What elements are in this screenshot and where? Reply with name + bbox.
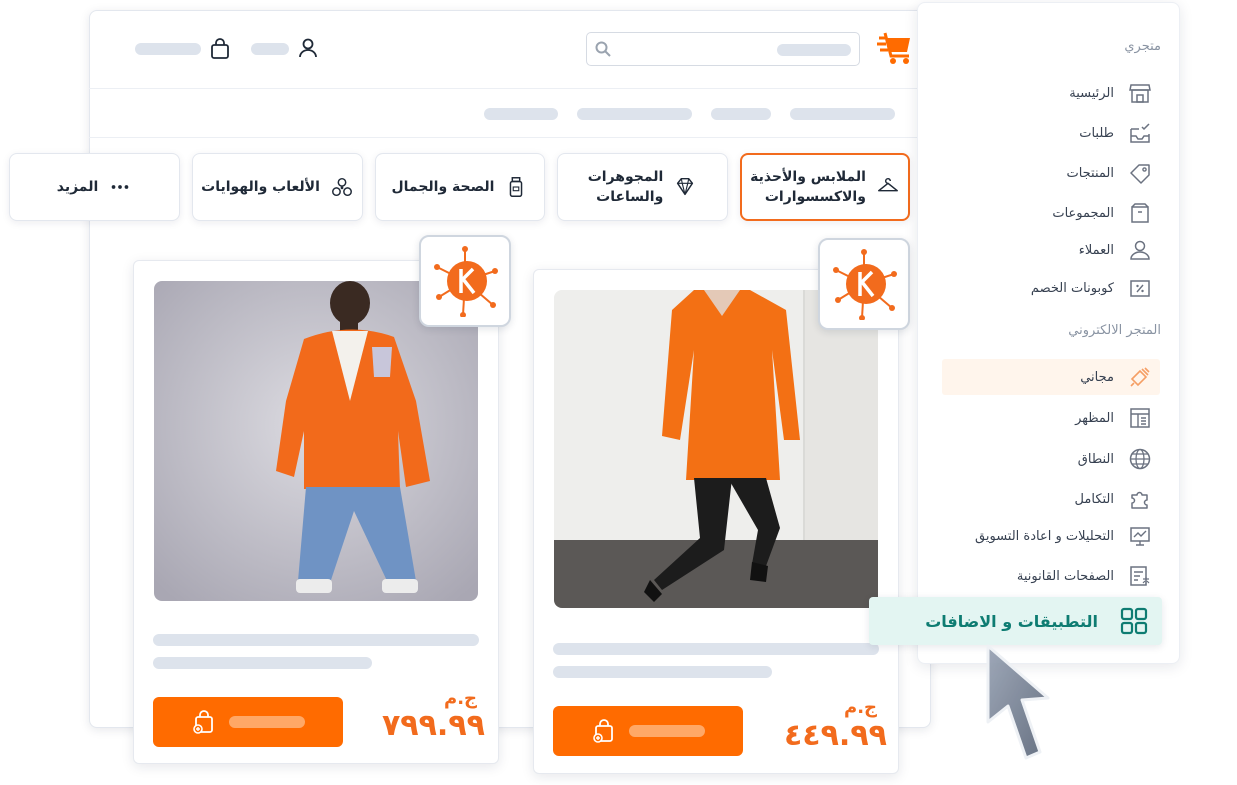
button-label-placeholder: [629, 725, 705, 737]
storefront-icon: [1129, 84, 1151, 103]
more-dots-icon: [111, 185, 129, 189]
nav-placeholder[interactable]: [711, 108, 771, 120]
category-chip-health-beauty[interactable]: الصحة والجمال: [375, 153, 545, 221]
brand-badge: [818, 238, 910, 330]
sidebar-item-apps-addons[interactable]: التطبيقات و الاضافات: [869, 597, 1162, 645]
sidebar-item-label: التحليلات و اعادة التسويق: [975, 528, 1114, 544]
sidebar-item-customers[interactable]: العملاء: [942, 232, 1160, 268]
sidebar-item-domain[interactable]: النطاق: [942, 441, 1160, 477]
category-chip-jewelry[interactable]: المجوهرات والساعات: [557, 153, 728, 221]
category-label: المجوهرات والساعات: [587, 169, 664, 205]
kashier-logo-icon: [434, 246, 498, 317]
sidebar-item-label: طلبات: [1079, 125, 1114, 141]
nav-placeholder[interactable]: [790, 108, 895, 120]
header-placeholder: [135, 43, 201, 55]
product-subtitle-placeholder: [153, 657, 372, 669]
sidebar-item-label: العملاء: [1078, 242, 1114, 258]
hanger-icon: [877, 177, 898, 192]
mouse-cursor-icon: [986, 644, 1050, 760]
sidebar-item-label: مجاني: [1080, 369, 1114, 385]
product-image-orange-jacket[interactable]: [154, 281, 478, 601]
shopping-bag-icon[interactable]: [209, 38, 231, 60]
sidebar-item-orders[interactable]: طلبات: [942, 115, 1160, 151]
layout-icon: [1130, 408, 1150, 428]
legal-doc-icon: [1130, 566, 1150, 586]
category-label: الصحة والجمال: [391, 179, 495, 195]
button-label-placeholder: [229, 716, 305, 728]
box-icon: [1131, 203, 1149, 223]
add-to-bag-icon: [593, 719, 613, 743]
product-price: ٧٩٩.٩٩: [382, 708, 485, 743]
kashier-logo-icon: [833, 249, 897, 320]
sidebar-item-label: المظهر: [1075, 410, 1114, 426]
price-currency: ج.م: [844, 697, 878, 718]
sidebar-item-label: التكامل: [1074, 491, 1114, 507]
sidebar-item-label: النطاق: [1077, 451, 1114, 467]
sidebar-item-label: المنتجات: [1066, 165, 1114, 181]
section-heading-online-store: المتجر الالكتروني: [1068, 323, 1161, 338]
sidebar-item-free[interactable]: مجاني: [942, 359, 1160, 395]
inbox-check-icon: [1130, 123, 1150, 143]
sidebar-item-home[interactable]: الرئيسية: [942, 75, 1160, 111]
product-photo: [154, 281, 478, 601]
free-tag-icon: [1130, 367, 1150, 387]
add-to-cart-button[interactable]: [553, 706, 743, 756]
user-account-icon[interactable]: [297, 37, 319, 59]
sidebar-item-products[interactable]: المنتجات: [942, 155, 1160, 191]
sidebar-item-legal-pages[interactable]: الصفحات القانونية: [942, 558, 1160, 594]
sidebar-item-analytics[interactable]: التحليلات و اعادة التسويق: [942, 518, 1160, 554]
puzzle-icon: [1131, 491, 1148, 509]
analytics-board-icon: [1130, 527, 1150, 546]
product-title-placeholder: [153, 634, 479, 646]
percent-icon: [1130, 280, 1150, 297]
diamond-icon: [677, 177, 694, 196]
category-label: الألعاب والهوايات: [201, 179, 320, 195]
category-label: المزيد: [56, 179, 99, 195]
header-placeholder: [251, 43, 289, 55]
category-label: الملابس والأحذية والاكسسوارات: [750, 169, 866, 205]
product-price: ٤٤٩.٩٩: [784, 718, 887, 753]
nav-placeholder[interactable]: [484, 108, 558, 120]
nav-divider: [89, 137, 931, 138]
product-photo: [554, 290, 878, 608]
sidebar-item-label: الصفحات القانونية: [1016, 568, 1114, 584]
search-icon: [595, 41, 611, 57]
product-subtitle-placeholder: [553, 666, 772, 678]
add-to-bag-icon: [193, 710, 213, 734]
sidebar-item-label: التطبيقات و الاضافات: [925, 611, 1098, 631]
tag-icon: [1130, 164, 1150, 184]
apps-grid-icon: [1120, 607, 1148, 635]
sidebar-item-label: المجموعات: [1052, 205, 1114, 221]
brand-badge: [419, 235, 511, 327]
search-input[interactable]: [586, 32, 860, 66]
product-title-placeholder: [553, 643, 879, 655]
price-currency: ج.م: [444, 688, 478, 709]
category-chip-more[interactable]: المزيد: [9, 153, 180, 221]
sidebar-item-label: الرئيسية: [1069, 85, 1114, 101]
sidebar-item-integrations[interactable]: التكامل: [942, 481, 1160, 517]
user-icon: [1130, 240, 1150, 260]
sidebar-item-label: كوبونات الخصم: [1030, 280, 1114, 296]
nav-placeholder[interactable]: [577, 108, 692, 120]
section-heading-my-store: متجري: [1124, 39, 1161, 54]
sidebar-item-theme[interactable]: المظهر: [942, 400, 1160, 436]
store-logo-cart-icon[interactable]: [877, 30, 915, 66]
add-to-cart-button[interactable]: [153, 697, 343, 747]
search-placeholder-bar: [777, 44, 851, 56]
product-image-orange-sweater[interactable]: [554, 290, 878, 608]
sidebar-item-collections[interactable]: المجموعات: [942, 195, 1160, 231]
globe-icon: [1129, 448, 1151, 470]
header-divider: [89, 88, 931, 89]
bottle-icon: [510, 177, 523, 197]
sidebar-item-coupons[interactable]: كوبونات الخصم: [942, 270, 1160, 306]
category-chip-toys-hobbies[interactable]: الألعاب والهوايات: [192, 153, 363, 221]
category-chip-clothing[interactable]: الملابس والأحذية والاكسسوارات: [740, 153, 910, 221]
toy-icon: [331, 177, 352, 197]
